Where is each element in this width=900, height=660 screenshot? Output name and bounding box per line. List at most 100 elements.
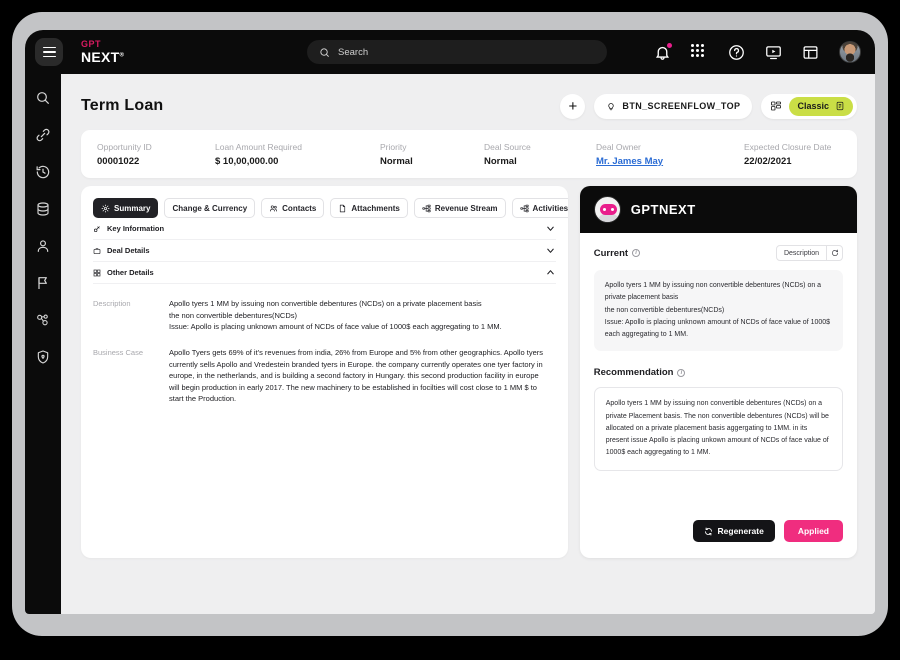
user-avatar[interactable]	[839, 41, 861, 63]
help-circle-icon[interactable]	[728, 44, 745, 61]
field-label: Opportunity ID	[97, 141, 152, 152]
chevron-down-icon	[545, 245, 556, 256]
search-input[interactable]: Search	[307, 40, 607, 64]
accordion-label: Deal Details	[107, 246, 150, 255]
tab-summary[interactable]: Summary	[93, 198, 159, 218]
sidebar-item-search[interactable]	[35, 90, 51, 106]
app-screen: GPT NEXT® Search Term Loan + BTN_SCREENF…	[25, 30, 875, 614]
summary-field-priority: Priority Normal	[380, 142, 484, 167]
recommendation-label: Recommendation	[593, 367, 674, 379]
field-value: 22/02/2021	[744, 155, 792, 167]
field-label: Deal Owner	[596, 141, 641, 152]
apps-grid-icon[interactable]	[691, 43, 708, 61]
detail-label: Business Case	[93, 347, 144, 357]
sidebar-item-database[interactable]	[35, 201, 51, 217]
tab-activities[interactable]: Activities	[511, 198, 568, 218]
hierarchy-icon	[519, 204, 529, 212]
tab-contacts[interactable]: Contacts	[261, 198, 325, 218]
layout-panel-icon[interactable]	[802, 44, 819, 61]
field-value: Normal	[380, 155, 413, 167]
brand-next-text: NEXT®	[81, 49, 125, 65]
announcement-icon	[38, 277, 47, 289]
summary-field-expected-closure-date: Expected Closure Date 22/02/2021	[744, 142, 831, 167]
tab-label: Revenue Stream	[434, 203, 498, 213]
sidebar-item-security[interactable]	[35, 349, 51, 365]
classic-view-chip[interactable]: Classic	[789, 96, 853, 116]
field-label: Deal Source	[484, 141, 531, 152]
history-icon	[36, 165, 50, 179]
refresh-icon[interactable]	[827, 249, 842, 257]
grid-squares-icon	[93, 269, 101, 276]
user-icon	[37, 240, 49, 252]
tab-label: Change & Currency	[172, 203, 248, 213]
sidebar-item-history[interactable]	[35, 164, 51, 180]
field-label: Priority	[380, 141, 407, 152]
recommendation-section-header: Recommendation i	[594, 367, 843, 378]
deal-owner-link[interactable]: Mr. James May	[596, 156, 744, 167]
accordion-label: Other Details	[107, 268, 154, 277]
sidebar-item-links[interactable]	[35, 127, 51, 143]
shield-icon	[37, 350, 49, 364]
bell-icon[interactable]	[654, 42, 672, 61]
screen-play-icon[interactable]	[765, 44, 782, 61]
current-text-box: Apollo tyers 1 MM by issuing non convert…	[593, 270, 843, 352]
applied-button[interactable]: Applied	[783, 520, 843, 542]
sidebar-item-announcements[interactable]	[35, 275, 51, 291]
tab-revenue-stream[interactable]: Revenue Stream	[413, 198, 506, 218]
regenerate-label: Regenerate	[717, 526, 764, 536]
ai-panel-footer: Regenerate Applied	[580, 512, 857, 558]
page-title: Term Loan	[81, 97, 164, 114]
tab-attachments[interactable]: Attachments	[330, 198, 408, 218]
tab-label: Activities	[532, 203, 568, 213]
classic-label: Classic	[797, 101, 829, 111]
link-icon	[36, 128, 50, 142]
ai-panel-header: GPTNEXT	[579, 186, 857, 233]
refresh-icon	[704, 527, 712, 535]
accordion-deal-details[interactable]: Deal Details	[93, 240, 556, 262]
tab-label: Attachments	[351, 203, 400, 213]
tab-label: Contacts	[282, 203, 317, 213]
regenerate-button[interactable]: Regenerate	[692, 520, 775, 542]
summary-field-loan-amount: Loan Amount Required $ 10,00,000.00	[215, 142, 380, 167]
detail-row-description: Description Apollo tyers 1 MM by issuing…	[93, 298, 556, 333]
summary-field-deal-owner: Deal Owner Mr. James May	[596, 142, 744, 167]
tab-change-currency[interactable]: Change & Currency	[164, 198, 256, 218]
info-icon[interactable]: i	[632, 249, 641, 257]
detail-label: Description	[93, 299, 131, 308]
accordion-key-information[interactable]: Key Information	[93, 218, 556, 240]
notification-badge	[667, 42, 672, 48]
field-label: Loan Amount Required	[215, 141, 302, 152]
details-card: Summary Change & Currency Contacts Attac…	[81, 186, 568, 558]
tab-label: Summary	[114, 203, 151, 213]
chevron-up-icon	[545, 267, 556, 278]
layout-grid-icon	[771, 101, 782, 111]
ai-panel-body: Current i Description Apollo tyers 1 MM …	[580, 233, 857, 512]
recommendation-text-box: Apollo tyers 1 MM by issuing non convert…	[593, 387, 843, 471]
add-button[interactable]: +	[560, 93, 586, 119]
hamburger-menu-icon[interactable]	[35, 38, 63, 66]
robot-avatar	[593, 196, 621, 223]
detail-value: Apollo Tyers gets 69% of it's revenues f…	[169, 347, 543, 404]
ai-panel-title: GPTNEXT	[630, 202, 696, 217]
left-sidebar	[25, 74, 61, 614]
hierarchy-icon	[422, 204, 431, 212]
field-label: Expected Closure Date	[744, 141, 832, 152]
screenflow-button[interactable]: BTN_SCREENFLOW_TOP	[594, 93, 753, 119]
detail-value: Apollo tyers 1 MM by issuing non convert…	[169, 299, 502, 332]
key-icon	[94, 225, 100, 232]
accordion-other-details[interactable]: Other Details	[93, 262, 556, 284]
sidebar-item-contacts[interactable]	[35, 238, 51, 254]
list-view-icon	[836, 101, 844, 111]
ai-assistant-panel: GPTNEXT Current i Description Apollo tye…	[579, 186, 857, 558]
file-icon	[340, 204, 346, 212]
bulb-icon	[608, 103, 615, 111]
description-toggle[interactable]: Description	[775, 245, 843, 261]
sidebar-item-network[interactable]	[35, 312, 51, 328]
main-content: Term Loan + BTN_SCREENFLOW_TOP Classic O…	[61, 74, 875, 614]
search-icon	[320, 47, 329, 57]
view-switcher[interactable]: Classic	[761, 93, 857, 119]
summary-field-opportunity-id: Opportunity ID 00001022	[97, 142, 215, 167]
info-icon[interactable]: i	[677, 368, 686, 377]
detail-row-business-case: Business Case Apollo Tyers gets 69% of i…	[93, 347, 556, 405]
search-icon	[37, 92, 49, 104]
